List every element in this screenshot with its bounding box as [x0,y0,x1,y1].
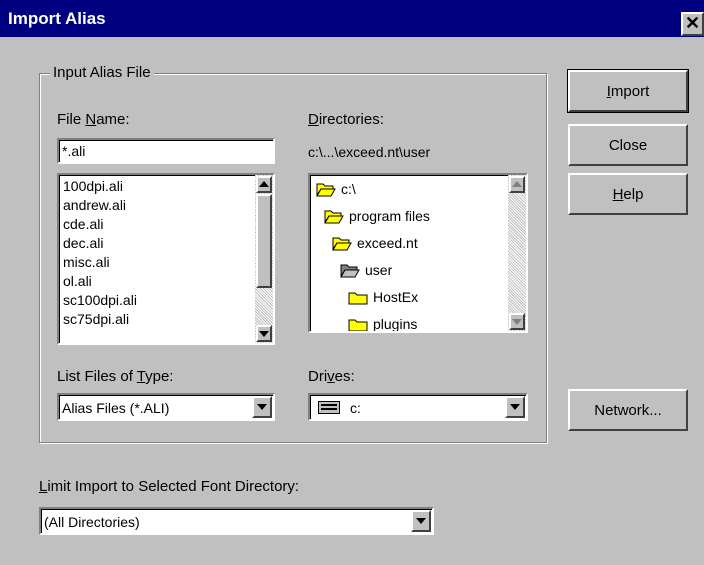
open-folder-icon [340,264,360,278]
file-name-label: File Name: [57,111,130,128]
open-folder-icon [324,210,344,224]
arrow-down-icon [259,331,269,337]
directory-list[interactable]: c:\ program files exceed.nt user HostEx … [308,173,528,333]
folder-icon [348,292,368,305]
directory-list-scrollbar[interactable] [508,175,526,331]
scroll-thumb[interactable] [256,194,272,288]
file-type-select[interactable]: Alias Files (*.ALI) [57,393,275,421]
close-button[interactable]: Close [568,124,688,166]
list-item[interactable]: 100dpi.ali [59,177,273,196]
window-title: Import Alias [8,9,106,28]
file-type-value: Alias Files (*.ALI) [62,400,170,416]
list-item[interactable]: sc75dpi.ali [59,310,273,329]
directory-item[interactable]: program files [310,203,526,230]
open-folder-icon [316,183,336,197]
network-button[interactable]: Network... [568,389,688,431]
import-alias-dialog: Import Alias ✕ Input Alias File File Nam… [0,0,704,565]
file-list-scrollbar[interactable] [255,175,273,343]
directory-item[interactable]: c:\ [310,176,526,203]
font-directory-select[interactable]: (All Directories) [39,507,434,535]
file-list[interactable]: 100dpi.ali andrew.ali cde.ali dec.ali mi… [57,173,275,345]
scroll-down-button[interactable] [256,325,272,342]
list-item[interactable]: sc100dpi.ali [59,291,273,310]
arrow-down-icon [512,319,522,325]
file-name-value: *.ali [62,143,86,159]
scroll-down-button[interactable] [509,313,525,330]
font-directory-dropdown-button[interactable] [411,510,431,532]
drives-value: c: [350,400,361,416]
directory-list-rows: c:\ program files exceed.nt user HostEx … [310,175,526,331]
help-button[interactable]: Help [568,173,688,215]
directory-item[interactable]: plugins [310,311,526,331]
file-type-dropdown-button[interactable] [252,396,272,418]
list-item[interactable]: cde.ali [59,215,273,234]
directory-item[interactable]: HostEx [310,284,526,311]
arrow-up-icon [512,181,522,187]
open-folder-icon [332,237,352,251]
title-bar: Import Alias [0,0,704,37]
current-path: c:\...\exceed.nt\user [308,144,431,160]
file-type-label: List Files of Type: [57,368,174,385]
chevron-down-icon [257,404,267,410]
list-item[interactable]: misc.ali [59,253,273,272]
list-item[interactable]: ol.ali [59,272,273,291]
drives-label: Drives: [308,368,355,385]
arrow-up-icon [259,181,269,187]
chevron-down-icon [416,518,426,524]
folder-icon [348,319,368,331]
drives-select[interactable]: c: [308,393,528,421]
limit-import-label: Limit Import to Selected Font Directory: [39,478,300,495]
drive-icon [318,401,340,414]
chevron-down-icon [510,404,520,410]
scroll-up-button[interactable] [509,176,525,193]
import-button[interactable]: Import [567,69,689,113]
close-icon[interactable]: ✕ [681,12,704,36]
directories-label: Directories: [308,111,384,128]
directory-item[interactable]: exceed.nt [310,230,526,257]
list-item[interactable]: andrew.ali [59,196,273,215]
directory-item[interactable]: user [310,257,526,284]
list-item[interactable]: dec.ali [59,234,273,253]
group-legend: Input Alias File [50,64,154,82]
scroll-up-button[interactable] [256,176,272,193]
drives-dropdown-button[interactable] [505,396,525,418]
font-directory-value: (All Directories) [44,514,140,530]
file-name-input[interactable]: *.ali [57,138,275,164]
file-list-rows: 100dpi.ali andrew.ali cde.ali dec.ali mi… [59,175,273,329]
